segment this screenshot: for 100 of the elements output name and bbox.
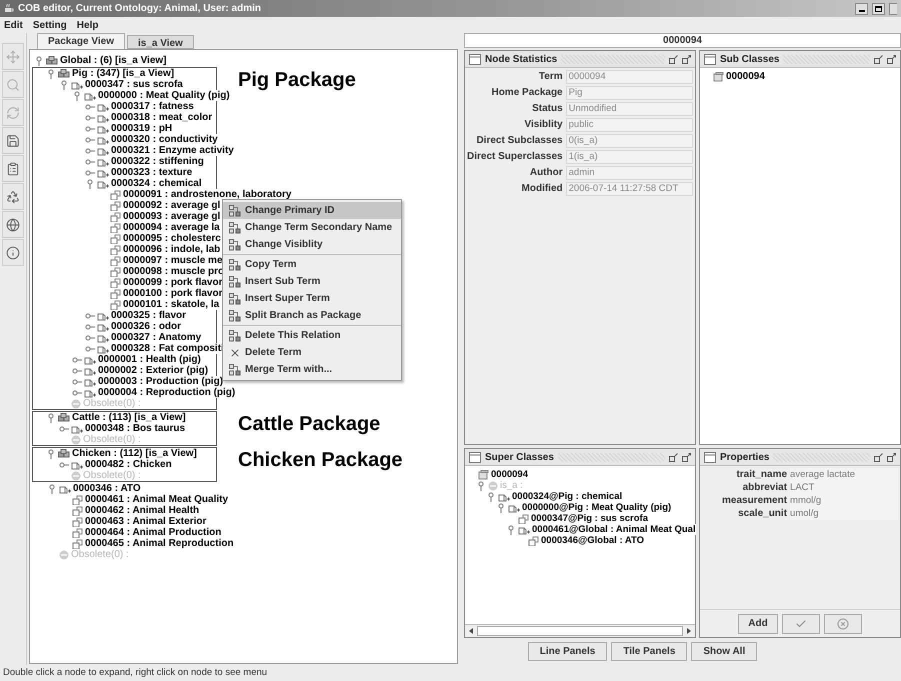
- toggle-icon[interactable]: [72, 376, 82, 386]
- toggle-icon[interactable]: [34, 56, 44, 66]
- toggle-icon[interactable]: [85, 134, 95, 144]
- tree-node-label[interactable]: 0000463 : Animal Exterior: [85, 516, 206, 527]
- toggle-icon[interactable]: [85, 322, 95, 332]
- tree-node-label[interactable]: 0000094: [491, 469, 528, 480]
- recycle-tool-button[interactable]: [2, 183, 24, 210]
- tree-node-label[interactable]: 0000092 : average gl: [123, 200, 220, 211]
- toggle-icon[interactable]: [85, 124, 95, 134]
- tree-node-label[interactable]: 0000324 : chemical: [111, 178, 202, 189]
- tree-node-label[interactable]: 0000320 : conductivity: [111, 134, 218, 145]
- toggle-icon[interactable]: [85, 344, 95, 354]
- tree-node-label[interactable]: 0000482 : Chicken: [85, 459, 172, 470]
- toggle-icon[interactable]: [85, 112, 95, 122]
- toggle-icon[interactable]: [72, 388, 82, 398]
- tree-node-label[interactable]: 0000346 : ATO: [73, 483, 141, 494]
- maximize-icon[interactable]: [682, 54, 691, 64]
- toggle-icon[interactable]: [72, 366, 82, 376]
- minimize-button[interactable]: [855, 2, 868, 14]
- tree-node-label[interactable]: 0000094 : average la: [123, 222, 220, 233]
- tree-node-label[interactable]: Chicken : (112) [is_a View]: [72, 448, 197, 459]
- tree-node-label[interactable]: 0000327 : Anatomy: [111, 332, 202, 343]
- toggle-icon[interactable]: [85, 102, 95, 112]
- restore-icon[interactable]: [874, 452, 883, 462]
- tree-node-label[interactable]: 0000004 : Reproduction (pig): [98, 387, 236, 398]
- toggle-icon[interactable]: [476, 480, 486, 490]
- view-tab[interactable]: is_a View: [126, 35, 194, 49]
- globe-tool-button[interactable]: [2, 211, 24, 238]
- view-tab[interactable]: Package View: [37, 33, 125, 49]
- context-menu-item[interactable]: Delete This Relation: [223, 327, 401, 344]
- toggle-icon[interactable]: [85, 178, 95, 188]
- tree-node-label[interactable]: Pig : (347) [is_a View]: [72, 68, 174, 79]
- tree-node-label[interactable]: 0000091 : androstenone, laboratory: [123, 189, 292, 200]
- property-value[interactable]: umol/g: [790, 507, 898, 520]
- tree-node-label[interactable]: 0000318 : meat_color: [111, 112, 212, 123]
- tree-node-label[interactable]: 0000461 : Animal Meat Quality: [85, 494, 228, 505]
- tree-node-label[interactable]: 0000099 : pork flavor: [123, 277, 222, 288]
- tree-node-label[interactable]: 0000101 : skatole, la: [123, 299, 220, 310]
- tree-node-label[interactable]: 0000000 : Meat Quality (pig): [98, 90, 230, 101]
- toggle-icon[interactable]: [85, 310, 95, 320]
- tree-node-label[interactable]: 0000003 : Production (pig): [98, 376, 224, 387]
- panel-layout-button[interactable]: Tile Panels: [611, 642, 688, 661]
- toggle-icon[interactable]: [46, 448, 56, 458]
- toggle-icon[interactable]: [59, 460, 69, 470]
- cancel-button[interactable]: [824, 614, 862, 634]
- tree-node-label[interactable]: 0000095 : cholesterc: [123, 233, 221, 244]
- tree-node-label[interactable]: 0000347@Pig : sus scrofa: [531, 513, 648, 524]
- toggle-icon[interactable]: [85, 168, 95, 178]
- restore-icon[interactable]: [874, 54, 883, 64]
- tree-node-label[interactable]: 0000346@Global : ATO: [541, 535, 644, 546]
- tree-node-label[interactable]: 0000348 : Bos taurus: [85, 423, 186, 434]
- tree-node-label[interactable]: 0000461@Global : Animal Meat Qual: [532, 524, 696, 535]
- toggle-icon[interactable]: [59, 80, 69, 90]
- toggle-icon[interactable]: [85, 332, 95, 342]
- tree-node-label[interactable]: 0000462 : Animal Health: [85, 505, 200, 516]
- context-menu-item[interactable]: Delete Term: [223, 344, 401, 361]
- toggle-icon[interactable]: [496, 502, 506, 512]
- toggle-icon[interactable]: [506, 524, 516, 534]
- tree-node-label[interactable]: 0000319 : pH: [111, 123, 172, 134]
- add-button[interactable]: Add: [738, 614, 778, 634]
- context-menu-item[interactable]: Merge Term with...: [223, 361, 401, 378]
- tree-node-label[interactable]: 0000347 : sus scrofa: [85, 79, 183, 90]
- tree-node-label[interactable]: 0000094: [726, 71, 765, 82]
- tree-node-label[interactable]: 0000097 : muscle me: [123, 255, 223, 266]
- maximize-button[interactable]: [872, 2, 885, 14]
- toggle-icon[interactable]: [72, 90, 82, 100]
- tree-node-label[interactable]: 0000324@Pig : chemical: [512, 491, 622, 502]
- tree-node-label[interactable]: 0000322 : stiffening: [111, 156, 204, 167]
- info-tool-button[interactable]: [2, 239, 24, 266]
- menu-item[interactable]: Edit: [4, 18, 23, 32]
- toggle-icon[interactable]: [59, 424, 69, 434]
- context-menu-item[interactable]: Change Primary ID: [223, 202, 401, 219]
- toggle-icon[interactable]: [72, 354, 82, 364]
- clipboard-tool-button[interactable]: [2, 155, 24, 182]
- toggle-icon[interactable]: [47, 484, 57, 494]
- horizontal-scrollbar[interactable]: [465, 624, 695, 637]
- maximize-icon[interactable]: [682, 452, 691, 462]
- toggle-icon[interactable]: [46, 412, 56, 422]
- tree-node-label[interactable]: 0000328 : Fat compositi: [111, 343, 224, 354]
- menu-item[interactable]: Setting: [32, 18, 67, 32]
- tree-node-label[interactable]: 0000326 : odor: [111, 321, 182, 332]
- tree-node-label[interactable]: 0000096 : indole, lab: [123, 244, 220, 255]
- tree-node-label[interactable]: 0000323 : texture: [111, 167, 192, 178]
- maximize-icon[interactable]: [887, 54, 896, 64]
- tree-node-label[interactable]: Global : (6) [is_a View]: [60, 55, 167, 66]
- tree-node-label[interactable]: 0000100 : pork flavor: [123, 288, 222, 299]
- save-tool-button[interactable]: [2, 127, 24, 154]
- tree-node-label[interactable]: 0000317 : fatness: [111, 101, 194, 112]
- restore-icon[interactable]: [669, 452, 678, 462]
- panel-layout-button[interactable]: Show All: [691, 642, 758, 661]
- tree-node-label[interactable]: 0000093 : average gl: [123, 211, 220, 222]
- context-menu-item[interactable]: Insert Super Term: [223, 290, 401, 307]
- property-value[interactable]: average lactate: [790, 468, 898, 481]
- panel-layout-button[interactable]: Line Panels: [528, 642, 608, 661]
- toggle-icon[interactable]: [46, 68, 56, 78]
- maximize-icon[interactable]: [887, 452, 896, 462]
- toggle-icon[interactable]: [85, 146, 95, 156]
- tree-node-label[interactable]: 0000002 : Exterior (pig): [98, 365, 208, 376]
- context-menu-item[interactable]: Split Branch as Package: [223, 307, 401, 324]
- context-menu-item[interactable]: Insert Sub Term: [223, 273, 401, 290]
